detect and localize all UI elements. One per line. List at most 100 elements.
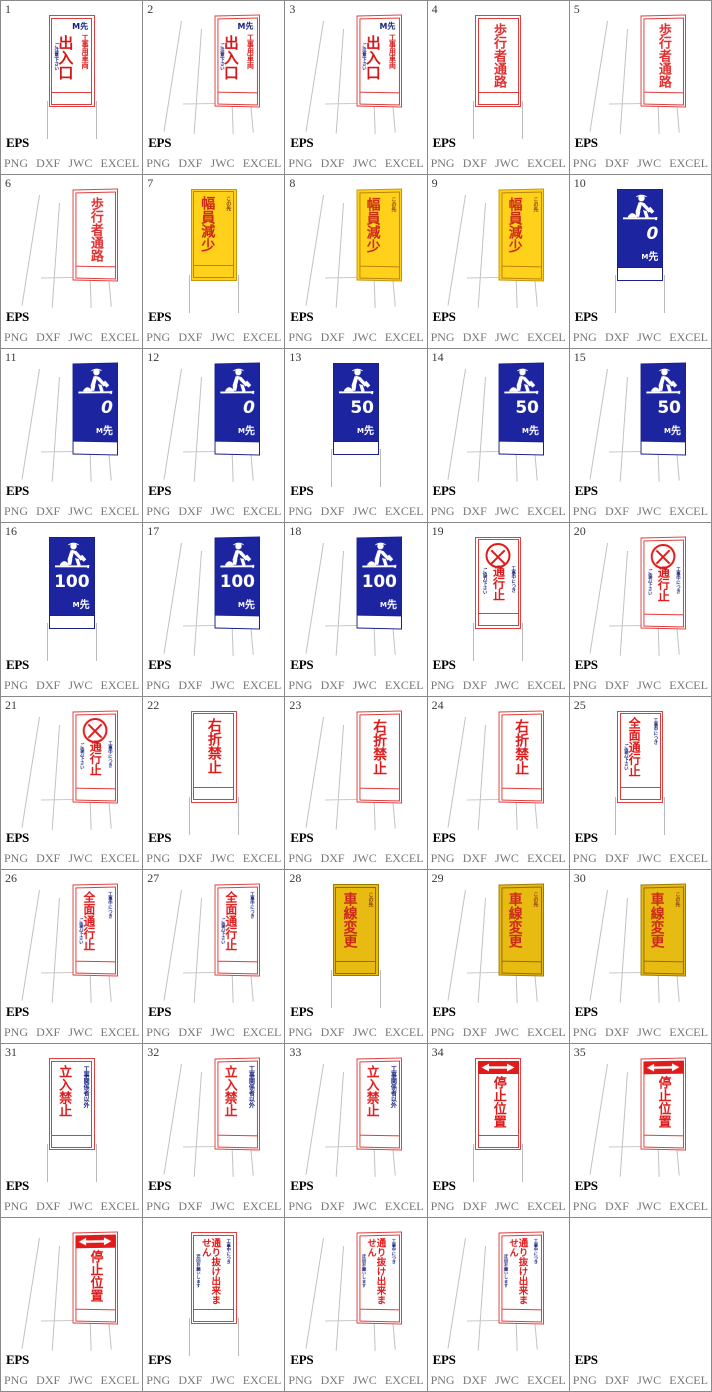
format-eps-label[interactable]: EPS: [6, 1004, 29, 1020]
format-eps-label[interactable]: EPS: [575, 1004, 598, 1020]
sign-cell[interactable]: 通り抜け出来ません 工事中につき 迂回お願いします EPS PNG DXF JWC EXCEL: [285, 1218, 428, 1392]
format-eps-label[interactable]: EPS: [290, 830, 313, 846]
sign-cell[interactable]: 2 M先 工事用車両 出入口 ご注意下さい EPS PNG DXF JWC EXCEL: [143, 1, 286, 175]
format-link-jwc[interactable]: JWC: [68, 678, 92, 693]
format-eps-label[interactable]: EPS: [148, 1352, 171, 1368]
format-link-jwc[interactable]: JWC: [495, 1025, 519, 1040]
format-link-excel[interactable]: EXCEL: [101, 504, 140, 519]
format-link-excel[interactable]: EXCEL: [669, 330, 708, 345]
format-link-png[interactable]: PNG: [4, 1373, 28, 1388]
format-link-excel[interactable]: EXCEL: [101, 1025, 140, 1040]
format-link-excel[interactable]: EXCEL: [243, 156, 282, 171]
format-link-excel[interactable]: EXCEL: [527, 678, 566, 693]
format-link-png[interactable]: PNG: [573, 851, 597, 866]
format-link-png[interactable]: PNG: [431, 678, 455, 693]
format-eps-label[interactable]: EPS: [290, 483, 313, 499]
format-link-excel[interactable]: EXCEL: [669, 156, 708, 171]
format-link-dxf[interactable]: DXF: [36, 504, 60, 519]
format-eps-label[interactable]: EPS: [6, 1352, 29, 1368]
sign-cell[interactable]: 18 100 M先 EPS PNG DXF JWC EXCEL: [285, 522, 428, 697]
sign-cell[interactable]: 19 通行止 工事中につき ご協力下さい EPS PNG DXF JWC EXCEL: [427, 522, 570, 697]
format-eps-label[interactable]: EPS: [433, 1352, 456, 1368]
format-link-jwc[interactable]: JWC: [637, 851, 661, 866]
format-link-excel[interactable]: EXCEL: [669, 851, 708, 866]
format-link-png[interactable]: PNG: [4, 1199, 28, 1214]
format-link-jwc[interactable]: JWC: [637, 1199, 661, 1214]
format-link-dxf[interactable]: DXF: [605, 678, 629, 693]
format-link-dxf[interactable]: DXF: [178, 678, 202, 693]
format-link-jwc[interactable]: JWC: [353, 678, 377, 693]
format-link-jwc[interactable]: JWC: [68, 330, 92, 345]
format-link-jwc[interactable]: JWC: [211, 504, 235, 519]
format-link-dxf[interactable]: DXF: [605, 1199, 629, 1214]
format-link-dxf[interactable]: DXF: [463, 1199, 487, 1214]
format-link-dxf[interactable]: DXF: [321, 851, 345, 866]
format-eps-label[interactable]: EPS: [575, 1352, 598, 1368]
format-link-dxf[interactable]: DXF: [321, 504, 345, 519]
sign-cell[interactable]: 32 立入禁止 工事関係者以外 EPS PNG DXF JWC EXCEL: [143, 1044, 286, 1219]
format-link-dxf[interactable]: DXF: [36, 1373, 60, 1388]
sign-cell[interactable]: 17 100 M先 EPS PNG DXF JWC EXCEL: [143, 522, 286, 697]
format-link-png[interactable]: PNG: [146, 156, 170, 171]
format-link-excel[interactable]: EXCEL: [527, 1373, 566, 1388]
format-link-png[interactable]: PNG: [288, 851, 312, 866]
format-link-jwc[interactable]: JWC: [211, 156, 235, 171]
format-link-excel[interactable]: EXCEL: [243, 1199, 282, 1214]
format-link-dxf[interactable]: DXF: [36, 678, 60, 693]
sign-cell[interactable]: 4 歩行者通路 EPS PNG DXF JWC EXCEL: [427, 1, 570, 175]
format-link-jwc[interactable]: JWC: [495, 1373, 519, 1388]
sign-cell[interactable]: 5 歩行者通路 EPS PNG DXF JWC EXCEL: [569, 1, 712, 175]
format-link-png[interactable]: PNG: [573, 678, 597, 693]
format-link-dxf[interactable]: DXF: [36, 1199, 60, 1214]
format-link-png[interactable]: PNG: [573, 1199, 597, 1214]
format-eps-label[interactable]: EPS: [290, 657, 313, 673]
format-link-excel[interactable]: EXCEL: [385, 156, 424, 171]
format-eps-label[interactable]: EPS: [433, 657, 456, 673]
format-eps-label[interactable]: EPS: [433, 309, 456, 325]
format-link-dxf[interactable]: DXF: [321, 330, 345, 345]
format-link-png[interactable]: PNG: [4, 156, 28, 171]
format-link-dxf[interactable]: DXF: [36, 156, 60, 171]
format-link-dxf[interactable]: DXF: [605, 504, 629, 519]
format-eps-label[interactable]: EPS: [290, 135, 313, 151]
format-link-excel[interactable]: EXCEL: [527, 504, 566, 519]
format-link-jwc[interactable]: JWC: [68, 1373, 92, 1388]
format-eps-label[interactable]: EPS: [433, 1004, 456, 1020]
format-link-jwc[interactable]: JWC: [353, 156, 377, 171]
format-link-dxf[interactable]: DXF: [178, 1025, 202, 1040]
format-link-excel[interactable]: EXCEL: [385, 851, 424, 866]
sign-cell[interactable]: 22 右折禁止 EPS PNG DXF JWC EXCEL: [143, 696, 286, 871]
format-link-excel[interactable]: EXCEL: [527, 851, 566, 866]
format-link-dxf[interactable]: DXF: [605, 851, 629, 866]
format-link-dxf[interactable]: DXF: [605, 156, 629, 171]
format-link-dxf[interactable]: DXF: [463, 1025, 487, 1040]
format-eps-label[interactable]: EPS: [148, 657, 171, 673]
format-link-png[interactable]: PNG: [288, 678, 312, 693]
format-link-dxf[interactable]: DXF: [463, 156, 487, 171]
format-link-jwc[interactable]: JWC: [211, 1373, 235, 1388]
format-link-png[interactable]: PNG: [431, 504, 455, 519]
sign-cell[interactable]: 12 0 M先 EPS PNG DXF JWC EXCEL: [143, 348, 286, 523]
format-link-jwc[interactable]: JWC: [353, 851, 377, 866]
sign-cell[interactable]: 20 通行止 工事中につき ご協力下さい EPS PNG DXF JWC EXCEL: [569, 522, 712, 697]
format-link-png[interactable]: PNG: [431, 1373, 455, 1388]
sign-cell[interactable]: 34 停止位置 EPS PNG DXF JWC EXCEL: [427, 1044, 570, 1219]
format-link-jwc[interactable]: JWC: [68, 1025, 92, 1040]
format-link-jwc[interactable]: JWC: [211, 1199, 235, 1214]
format-link-dxf[interactable]: DXF: [321, 1199, 345, 1214]
format-link-png[interactable]: PNG: [4, 504, 28, 519]
format-link-dxf[interactable]: DXF: [605, 1373, 629, 1388]
format-link-png[interactable]: PNG: [146, 678, 170, 693]
sign-cell[interactable]: 16 100 M先 EPS PNG DXF JWC EXCEL: [1, 522, 144, 697]
sign-cell[interactable]: 3 M先 工事用車両 出入口 ご注意下さい EPS PNG DXF JWC EXCEL: [285, 1, 428, 175]
format-link-dxf[interactable]: DXF: [605, 330, 629, 345]
format-link-excel[interactable]: EXCEL: [527, 156, 566, 171]
format-link-png[interactable]: PNG: [288, 156, 312, 171]
format-link-jwc[interactable]: JWC: [353, 330, 377, 345]
format-link-png[interactable]: PNG: [4, 330, 28, 345]
sign-cell[interactable]: 1 M先 工事用車両 出入口 ご注意下さい EPS PNG DXF JWC EXCEL: [1, 1, 144, 175]
format-link-dxf[interactable]: DXF: [605, 1025, 629, 1040]
format-link-excel[interactable]: EXCEL: [385, 1373, 424, 1388]
format-eps-label[interactable]: EPS: [6, 483, 29, 499]
format-link-excel[interactable]: EXCEL: [101, 330, 140, 345]
